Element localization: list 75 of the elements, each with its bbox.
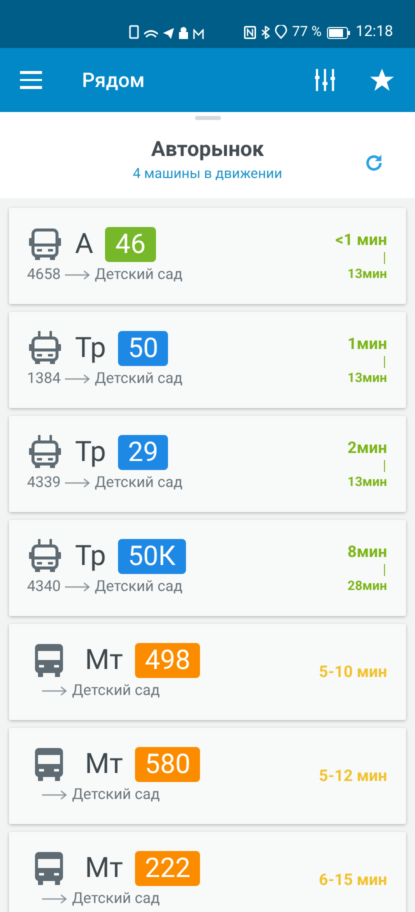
trolleybus-icon — [27, 538, 63, 574]
vehicle-type: Тр — [75, 438, 106, 466]
arrow-icon — [64, 582, 91, 592]
arrival-time: 2мин — [348, 440, 387, 456]
nfc-icon — [244, 26, 256, 39]
arrival-card[interactable]: Тр 50 1384 Детский сад 1мин 13мин — [9, 312, 406, 408]
trolleybus-icon — [27, 330, 63, 366]
favorites-button[interactable] — [369, 67, 395, 93]
route-number: 50 — [118, 330, 168, 366]
arrival-time: <1 мин — [335, 232, 387, 248]
route-number: 498 — [134, 642, 200, 678]
vehicle-type: А — [75, 230, 94, 258]
route-number: 50К — [118, 538, 186, 574]
destination: Детский сад — [72, 888, 160, 910]
app-title: Рядом — [82, 67, 146, 94]
arrival-card[interactable]: Тр 29 4339 Детский сад 2мин 13мин — [9, 416, 406, 512]
separator-line — [384, 460, 385, 472]
arrival-card[interactable]: Мт 498 Детский сад 5-10 мин — [9, 624, 406, 720]
arrival-card[interactable]: А 46 4658 Детский сад <1 мин 13мин — [9, 208, 406, 304]
sim-card-icon — [129, 25, 140, 39]
vehicle-type: Мт — [85, 646, 123, 674]
battery-percent: 77 % — [292, 25, 322, 39]
vehicle-number: 4658 — [27, 264, 61, 286]
filter-button[interactable] — [315, 68, 335, 92]
arrival-time: 6-15 мин — [318, 872, 387, 888]
arrow-icon — [64, 270, 91, 280]
arrow-icon — [42, 686, 68, 696]
destination: Детский сад — [94, 576, 183, 598]
vehicle-type: Мт — [85, 854, 123, 882]
drag-handle[interactable] — [194, 116, 220, 120]
vehicle-type: Мт — [85, 750, 123, 778]
trolleybus-icon — [27, 434, 63, 470]
bluetooth-icon — [261, 26, 270, 39]
vehicle-number: 4340 — [27, 576, 61, 598]
arrival-card[interactable]: Мт 580 Детский сад 5-12 мин — [9, 728, 406, 824]
route-number: 580 — [134, 746, 200, 782]
route-number: 222 — [134, 850, 200, 886]
person-icon — [179, 27, 188, 39]
arrow-icon — [42, 894, 68, 904]
destination: Детский сад — [94, 472, 183, 494]
send-icon — [163, 28, 174, 39]
arrival-time: 1мин — [348, 336, 387, 352]
vehicles-count: 4 машины в движении — [132, 167, 282, 181]
separator-line — [384, 356, 385, 368]
separator-line — [384, 252, 385, 264]
vehicle-type: Тр — [75, 542, 106, 570]
bus-icon — [27, 226, 63, 262]
next-arrival: 13мин — [347, 268, 387, 280]
arrival-time: 8мин — [348, 544, 387, 560]
arrow-icon — [64, 374, 91, 384]
arrival-time: 5-10 мин — [318, 664, 387, 680]
route-number: 46 — [105, 226, 156, 262]
route-number: 29 — [118, 434, 168, 470]
vehicle-number: 1384 — [27, 368, 61, 390]
clock: 12:18 — [356, 24, 393, 39]
vehicle-number: 4339 — [27, 472, 61, 494]
stop-name: Авторынок — [151, 140, 264, 161]
mail-icon — [193, 29, 204, 39]
destination: Детский сад — [94, 264, 183, 286]
arrival-time: 5-12 мин — [318, 768, 387, 784]
vehicle-type: Тр — [75, 334, 106, 362]
arrival-card[interactable]: Тр 50К 4340 Детский сад 8мин 28мин — [9, 520, 406, 616]
location-icon — [275, 25, 288, 39]
arrow-icon — [42, 790, 68, 800]
arrow-icon — [64, 478, 91, 488]
next-arrival: 13мин — [347, 372, 387, 384]
next-arrival: 13мин — [347, 476, 387, 488]
wifi-icon — [144, 29, 158, 39]
destination: Детский сад — [72, 784, 160, 806]
destination: Детский сад — [94, 368, 183, 390]
next-arrival: 28мин — [347, 580, 387, 592]
battery-icon — [326, 27, 351, 39]
arrival-card[interactable]: Мт 222 Детский сад 6-15 мин — [9, 832, 406, 912]
separator-line — [384, 564, 385, 576]
destination: Детский сад — [72, 680, 160, 702]
